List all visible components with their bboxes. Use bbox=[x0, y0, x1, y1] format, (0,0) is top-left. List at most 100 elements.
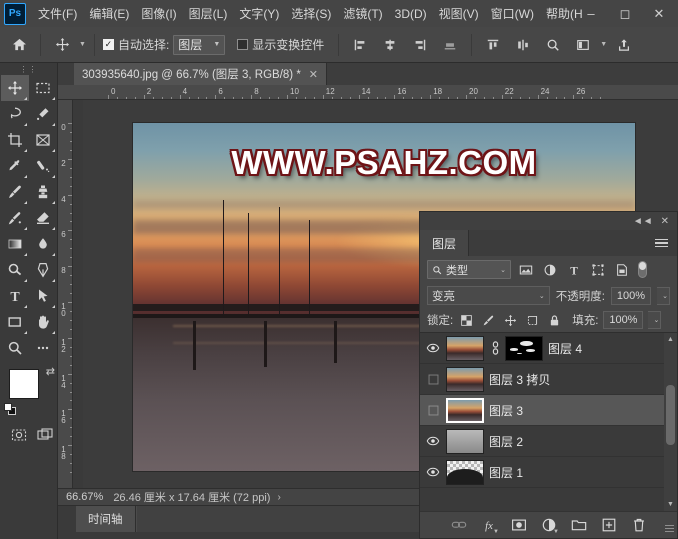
quick-selection-tool[interactable] bbox=[29, 101, 57, 127]
screen-mode-icon[interactable] bbox=[34, 425, 56, 445]
layer-name[interactable]: 图层 3 拷贝 bbox=[489, 371, 550, 388]
minimize-button[interactable]: – bbox=[574, 0, 608, 27]
hand-tool[interactable] bbox=[29, 309, 57, 335]
table-row[interactable]: 图层 1 bbox=[420, 457, 677, 488]
filter-smart-object-icon[interactable] bbox=[612, 260, 631, 279]
distribute-top-icon[interactable] bbox=[480, 32, 506, 58]
lasso-tool[interactable] bbox=[1, 101, 29, 127]
frame-tool[interactable] bbox=[29, 127, 57, 153]
path-selection-tool[interactable] bbox=[29, 283, 57, 309]
panel-resize-grip[interactable] bbox=[665, 525, 674, 532]
layer-style-button[interactable]: fx ▼ bbox=[479, 516, 499, 535]
layer-name[interactable]: 图层 1 bbox=[489, 464, 523, 481]
foreground-color-swatch[interactable] bbox=[9, 369, 39, 399]
layer-name[interactable]: 图层 2 bbox=[489, 433, 523, 450]
filter-type-dropdown[interactable]: 类型 ⌄ bbox=[427, 260, 511, 279]
menu-3d[interactable]: 3D(D) bbox=[389, 3, 433, 25]
add-layer-mask-button[interactable] bbox=[509, 516, 528, 535]
fill-stepper[interactable]: ⌄ bbox=[648, 311, 662, 329]
status-expand-icon[interactable]: › bbox=[270, 492, 280, 503]
table-row[interactable]: 图层 4 bbox=[420, 333, 677, 364]
close-panel-icon[interactable]: ✕ bbox=[661, 216, 669, 227]
zoom-tool[interactable] bbox=[1, 335, 29, 361]
layer-thumbnail[interactable] bbox=[446, 335, 484, 361]
scroll-down-icon[interactable]: ▼ bbox=[664, 498, 677, 511]
menu-window[interactable]: 窗口(W) bbox=[485, 1, 540, 26]
auto-select-checkbox[interactable]: ✓ bbox=[102, 39, 114, 50]
layer-visibility-toggle[interactable] bbox=[420, 364, 446, 395]
layer-visibility-toggle[interactable] bbox=[420, 457, 446, 488]
crop-tool[interactable] bbox=[1, 127, 29, 153]
move-tool-icon[interactable] bbox=[49, 32, 75, 58]
tools-panel-grip[interactable]: ⋮⋮ bbox=[0, 63, 57, 75]
menu-filter[interactable]: 滤镜(T) bbox=[337, 1, 388, 26]
tab-layers[interactable]: 图层 bbox=[420, 230, 470, 256]
filter-enable-toggle[interactable] bbox=[638, 261, 647, 278]
layers-scrollbar[interactable]: ▲ ▼ bbox=[664, 333, 677, 511]
align-left-icon[interactable] bbox=[347, 32, 373, 58]
share-icon[interactable] bbox=[611, 32, 637, 58]
gradient-tool[interactable] bbox=[1, 231, 29, 257]
scrollbar-thumb[interactable] bbox=[666, 385, 675, 445]
swap-colors-icon[interactable]: ⇄ bbox=[46, 365, 55, 378]
workspace-icon[interactable] bbox=[570, 32, 596, 58]
tool-preset-chevron-icon[interactable]: ▼ bbox=[79, 41, 86, 48]
clone-stamp-tool[interactable] bbox=[29, 179, 57, 205]
collapse-panel-icon[interactable]: ◄◄ bbox=[633, 216, 653, 227]
layer-mask-link-icon[interactable] bbox=[489, 341, 501, 355]
menu-layer[interactable]: 图层(L) bbox=[183, 1, 234, 26]
layer-name[interactable]: 图层 3 bbox=[489, 402, 523, 419]
align-center-horizontal-icon[interactable] bbox=[377, 32, 403, 58]
filter-adjustment-icon[interactable] bbox=[540, 260, 559, 279]
zoom-level[interactable]: 66.67% bbox=[58, 491, 103, 503]
layer-visibility-toggle[interactable] bbox=[420, 333, 446, 364]
delete-layer-button[interactable] bbox=[629, 516, 648, 535]
close-icon[interactable]: ✕ bbox=[309, 68, 318, 81]
panel-menu-icon[interactable] bbox=[655, 238, 668, 248]
table-row[interactable]: 图层 3 bbox=[420, 395, 677, 426]
menu-view[interactable]: 视图(V) bbox=[433, 1, 485, 26]
table-row[interactable]: 图层 2 bbox=[420, 426, 677, 457]
lock-position-icon[interactable] bbox=[502, 312, 519, 329]
healing-brush-tool[interactable] bbox=[29, 153, 57, 179]
maximize-button[interactable]: ◻ bbox=[608, 0, 642, 27]
rectangle-tool[interactable] bbox=[1, 309, 29, 335]
filter-pixel-icon[interactable] bbox=[516, 260, 535, 279]
search-icon[interactable] bbox=[540, 32, 566, 58]
fill-input[interactable]: 100% bbox=[603, 311, 644, 329]
layer-visibility-toggle[interactable] bbox=[420, 426, 446, 457]
layer-thumbnail[interactable] bbox=[446, 428, 484, 454]
layer-thumbnail[interactable] bbox=[446, 459, 484, 485]
brush-tool[interactable] bbox=[1, 179, 29, 205]
lock-transparency-icon[interactable] bbox=[458, 312, 475, 329]
layers-list[interactable]: 图层 4 图层 3 拷贝 图层 3 图层 2 图层 1 ▲ ▼ bbox=[420, 332, 677, 511]
type-tool[interactable]: T bbox=[1, 283, 29, 309]
layer-visibility-toggle[interactable] bbox=[420, 395, 446, 426]
menu-select[interactable]: 选择(S) bbox=[285, 1, 337, 26]
quick-mask-icon[interactable] bbox=[8, 425, 30, 445]
blur-tool[interactable] bbox=[29, 231, 57, 257]
move-tool[interactable] bbox=[1, 75, 29, 101]
new-layer-button[interactable] bbox=[599, 516, 618, 535]
dodge-tool[interactable] bbox=[1, 257, 29, 283]
layer-mask-thumbnail[interactable] bbox=[505, 335, 543, 361]
lock-artboard-icon[interactable] bbox=[524, 312, 541, 329]
opacity-input[interactable]: 100% bbox=[611, 286, 651, 305]
layer-thumbnail[interactable] bbox=[446, 397, 484, 423]
align-right-icon[interactable] bbox=[407, 32, 433, 58]
marquee-tool[interactable] bbox=[29, 75, 57, 101]
workspace-chevron-icon[interactable]: ▼ bbox=[600, 41, 607, 48]
vertical-ruler[interactable]: 0 2 4 6 8 1 0 1 2 1 4 1 6 1 8 bbox=[58, 100, 73, 505]
eraser-tool[interactable] bbox=[29, 205, 57, 231]
show-transform-checkbox[interactable] bbox=[237, 39, 249, 50]
close-button[interactable]: ✕ bbox=[642, 0, 676, 27]
auto-select-dropdown[interactable]: 图层 ▼ bbox=[173, 34, 226, 55]
scroll-up-icon[interactable]: ▲ bbox=[664, 333, 677, 346]
edit-toolbar-tool[interactable] bbox=[29, 335, 57, 361]
menu-edit[interactable]: 编辑(E) bbox=[83, 1, 135, 26]
new-adjustment-layer-button[interactable]: ▼ bbox=[539, 516, 559, 535]
pen-tool[interactable] bbox=[29, 257, 57, 283]
lock-all-icon[interactable] bbox=[546, 312, 563, 329]
horizontal-ruler[interactable]: 0 2 4 6 8 10 12 14 16 18 20 22 24 26 bbox=[58, 85, 678, 100]
layer-name[interactable]: 图层 4 bbox=[548, 340, 582, 357]
